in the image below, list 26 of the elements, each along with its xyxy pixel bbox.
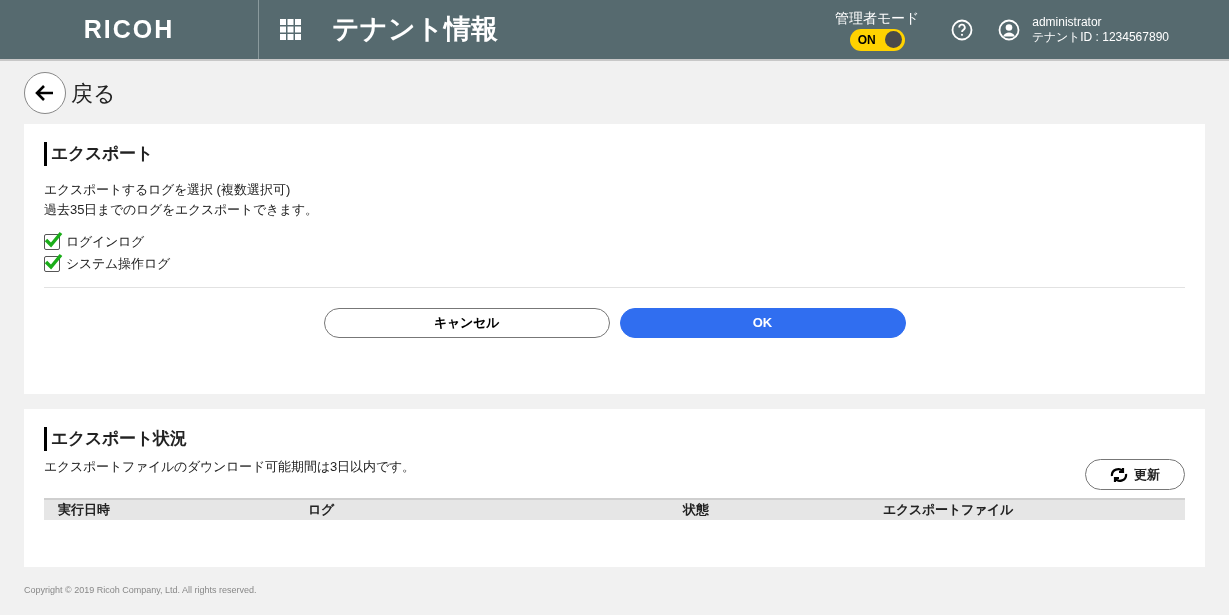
back-arrow-icon (35, 84, 55, 102)
section-title: エクスポート (44, 142, 1185, 166)
page-title: テナント情報 (332, 13, 498, 47)
help-icon[interactable] (951, 18, 974, 41)
column-header: ログ (308, 502, 334, 518)
tenant-id: テナントID : 1234567890 (1032, 29, 1169, 45)
user-name: administrator (1032, 14, 1103, 30)
refresh-icon (1110, 466, 1128, 483)
description-text: エクスポートするログを選択 (複数選択可) (44, 181, 292, 199)
log-checkbox[interactable]: システム操作ログ (44, 254, 170, 274)
column-header: 実行日時 (58, 502, 110, 518)
user-icon[interactable] (998, 18, 1021, 41)
copyright-text: Copyright © 2019 Ricoh Company, Ltd. All rights reserved. (24, 584, 258, 597)
back-button[interactable]: 戻る (24, 72, 116, 114)
download-note: エクスポートファイルのダウンロード可能期間は3日以内です。 (44, 458, 416, 476)
apps-grid-icon[interactable] (280, 19, 301, 40)
admin-mode-toggle[interactable]: ON (849, 28, 905, 51)
log-checkbox[interactable]: ログインログ (44, 232, 144, 252)
column-header: エクスポートファイル (883, 502, 1013, 518)
logo: RICOH (83, 13, 175, 45)
section-title: エクスポート状況 (44, 427, 1185, 451)
cancel-button[interactable]: キャンセル (323, 308, 610, 338)
description-text: 過去35日までのログをエクスポートできます。 (44, 201, 320, 219)
admin-mode-label: 管理者モード (835, 8, 920, 27)
column-header: 状態 (683, 502, 709, 518)
ok-button[interactable]: OK (619, 308, 906, 338)
